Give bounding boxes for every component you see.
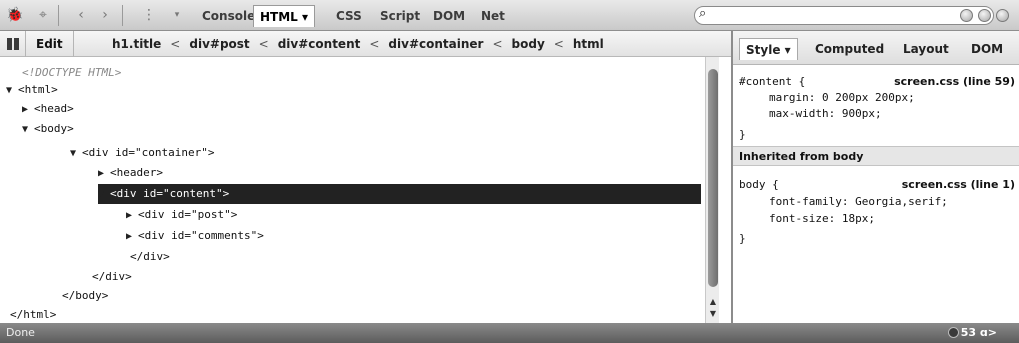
css-property[interactable]: font-family: Georgia,serif; [769,195,948,209]
breadcrumb-separator: < [553,37,564,51]
scroll-up-icon[interactable]: ▲ [706,297,720,309]
expand-icon[interactable]: ▼ [70,144,82,164]
toolbar-separator [122,5,123,26]
side-panel-tabs: Style ▾ Computed Layout DOM [733,31,1019,65]
tab-console[interactable]: Console [196,5,261,27]
expand-icon[interactable]: ▼ [22,120,34,140]
css-selector[interactable]: #content { [739,75,805,89]
collapse-icon[interactable]: ▶ [22,100,34,120]
css-source-link[interactable]: screen.css (line 59) [894,75,1015,89]
collapse-icon[interactable]: ▶ [126,206,138,226]
tree-node-close: </body> [50,286,108,306]
status-text: Done [6,326,35,339]
bug-icon[interactable]: 🐞 [6,6,24,24]
vertical-scrollbar[interactable]: ▲ ▼ [705,57,719,323]
tree-node-html[interactable]: ▼ <html> [6,80,58,100]
firebug-toolbar: 🐞 ⌖ ‹ › ⋮ ▾ Console HTML ▾ CSS Script DO… [0,0,1019,31]
minimize-icon[interactable] [960,9,973,22]
breadcrumb-separator: < [492,37,503,51]
tree-node-label[interactable]: <div id="container"> [82,146,214,159]
breadcrumb: h1.title < div#post < div#content < div#contai… [112,31,604,57]
tree-node-label: </div> [92,270,132,283]
tree-node-close: </div> [118,247,170,267]
html-crumb-bar: Edit h1.title < div#post < div#content < div#c… [0,31,731,57]
style-panel: #content { screen.css (line 59) margin: … [733,65,1019,323]
tab-style[interactable]: Style ▾ [739,38,798,60]
css-rule-close: } [739,232,746,245]
tree-node-close: </div> [80,267,132,287]
grip-icon: ⋮ [142,7,156,23]
inspect-icon[interactable]: ⌖ [34,6,52,24]
forward-icon[interactable]: › [96,6,114,24]
tree-node-label: <!DOCTYPE HTML> [22,66,122,79]
collapse-icon[interactable]: ▶ [98,164,110,184]
pause-icon[interactable] [7,38,19,50]
collapse-icon[interactable]: ▶ [126,227,138,247]
css-rule-close: } [739,128,746,141]
expand-icon[interactable]: ▼ [6,81,18,101]
toolbar-separator [58,5,59,26]
tree-node-label[interactable]: <html> [18,83,58,96]
breadcrumb-item[interactable]: html [573,37,604,51]
tab-layout[interactable]: Layout [897,38,955,60]
search-icon: ⌕ [699,6,707,21]
tree-node-label[interactable]: <head> [34,102,74,115]
tree-node-label: </div> [130,250,170,263]
breadcrumb-separator: < [170,37,181,51]
css-selector[interactable]: body { [739,178,779,192]
breadcrumb-item[interactable]: div#container [388,37,483,51]
tab-side-dom[interactable]: DOM [965,38,1009,60]
tree-node-label: </html> [10,308,57,321]
css-property[interactable]: max-width: 900px; [769,107,882,121]
back-icon[interactable]: ‹ [72,6,90,24]
tree-node-comments[interactable]: ▶ <div id="comments"> [126,226,264,246]
close-icon[interactable] [996,9,1009,22]
css-property[interactable]: margin: 0 200px 200px; [769,91,915,105]
breadcrumb-item[interactable]: div#content [278,37,361,51]
tab-computed[interactable]: Computed [809,38,890,60]
edit-button[interactable]: Edit [25,31,74,57]
detach-icon[interactable] [978,9,991,22]
breadcrumb-item[interactable]: body [512,37,545,51]
tree-node-label[interactable]: <div id="post"> [138,208,237,221]
tree-node-label[interactable]: <div id="comments"> [138,229,264,242]
breadcrumb-item[interactable]: div#post [189,37,249,51]
dropdown-icon[interactable]: ▾ [168,6,186,24]
tree-node-label[interactable]: <body> [34,122,74,135]
tab-dom[interactable]: DOM [427,5,471,27]
status-count[interactable]: 53 ɑ> [961,326,997,339]
tree-node-label: </body> [62,289,109,302]
tab-html[interactable]: HTML ▾ [253,5,316,27]
inherited-header: Inherited from body [733,146,1019,166]
tree-node-post[interactable]: ▶ <div id="post"> [126,205,237,225]
tab-script[interactable]: Script [374,5,426,27]
scroll-down-icon[interactable]: ▼ [706,309,720,321]
css-property[interactable]: font-size: 18px; [769,212,875,226]
expand-icon[interactable]: ▼ [98,185,110,205]
breadcrumb-separator: < [369,37,380,51]
tree-node-content-selected[interactable]: ▼ <div id="content"> [98,184,701,204]
tree-node-head[interactable]: ▶ <head> [22,99,74,119]
breadcrumb-item[interactable]: h1.title [112,37,161,51]
tree-node-label[interactable]: <header> [110,166,163,179]
tree-node-close: </html> [0,305,56,325]
tree-node-container[interactable]: ▼ <div id="container"> [70,143,214,163]
breadcrumb-separator: < [258,37,269,51]
search-input[interactable] [694,6,994,25]
css-source-link[interactable]: screen.css (line 1) [902,178,1015,192]
scrollbar-thumb[interactable] [708,69,718,287]
status-bar: Done 53 ɑ> [0,323,1019,343]
tree-node-label[interactable]: <div id="content"> [110,187,229,200]
tab-net[interactable]: Net [475,5,511,27]
firebug-status-icon[interactable] [948,327,959,338]
tab-css[interactable]: CSS [330,5,368,27]
tree-node-body[interactable]: ▼ <body> [22,119,74,139]
html-tree: <!DOCTYPE HTML> ▼ <html> ▶ <head> ▼ <body> … [0,57,705,323]
tree-node-header[interactable]: ▶ <header> [98,163,163,183]
